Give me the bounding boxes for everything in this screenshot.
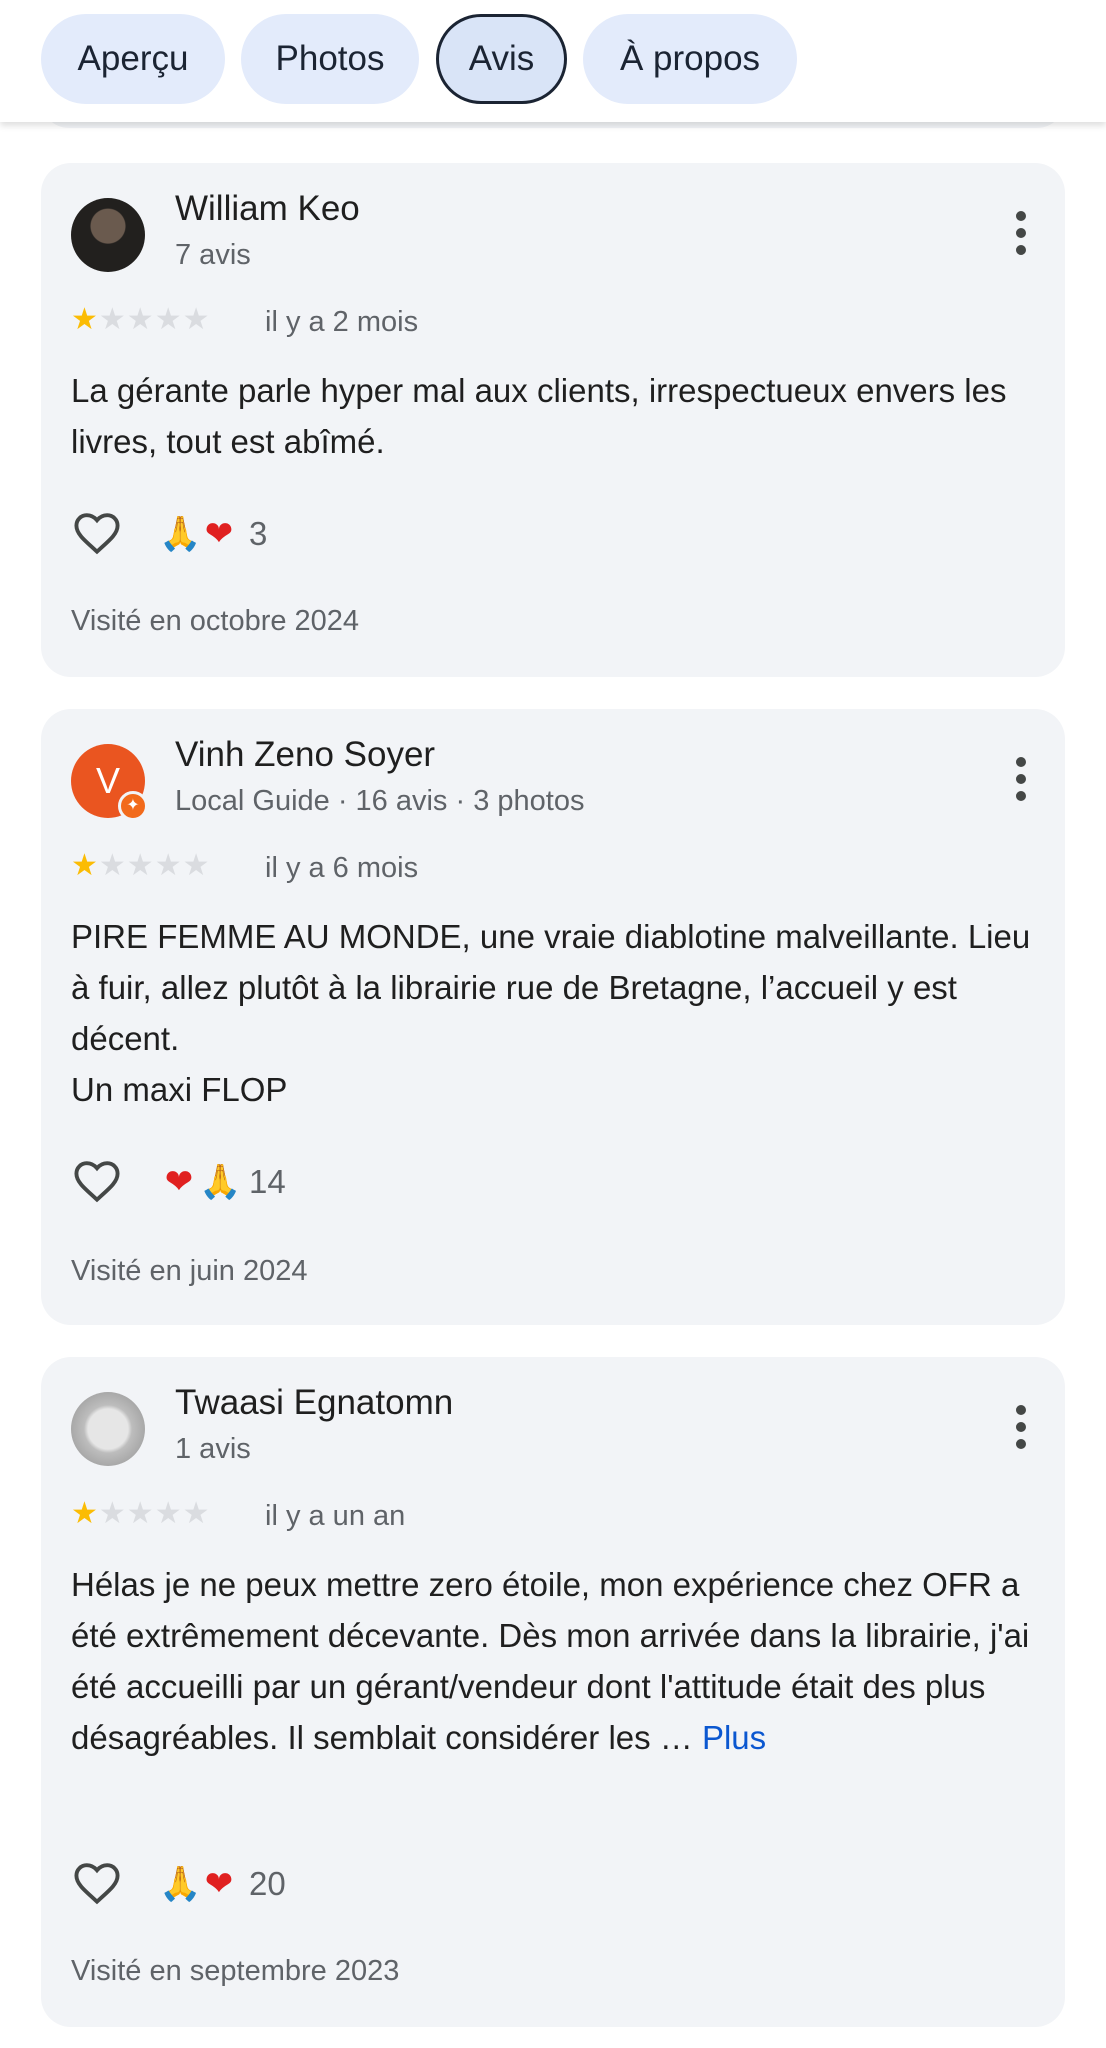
- review-card: V ✦ Vinh Zeno Soyer Local Guide · 16 avi…: [41, 709, 1065, 1325]
- more-vert-icon: [1016, 211, 1026, 221]
- avatar-letter: V: [95, 760, 120, 801]
- avatar[interactable]: [71, 198, 145, 272]
- star-rating: ★★★★★: [71, 303, 210, 337]
- star-filled-icon: ★: [71, 849, 99, 882]
- reactions[interactable]: 🙏 ❤ 3: [159, 508, 267, 559]
- heart-emoji-icon: ❤: [204, 514, 234, 554]
- reviewer-meta: Local Guide · 16 avis · 3 photos: [175, 785, 585, 817]
- like-heart-icon[interactable]: [71, 1155, 123, 1207]
- pray-emoji-icon: 🙏: [159, 514, 202, 554]
- more-options-button[interactable]: [1011, 1405, 1031, 1453]
- reaction-count: 3: [249, 515, 268, 552]
- review-card: Twaasi Egnatomn 1 avis ★★★★★ il y a un a…: [41, 1357, 1065, 2027]
- like-heart-icon[interactable]: [71, 1857, 123, 1909]
- pray-emoji-icon: 🙏: [159, 1864, 202, 1904]
- more-vert-icon: [1016, 757, 1026, 767]
- star-filled-icon: ★: [71, 1497, 99, 1530]
- more-options-button[interactable]: [1011, 211, 1031, 259]
- tab-a-propos[interactable]: À propos: [583, 14, 797, 104]
- like-heart-icon[interactable]: [71, 507, 123, 559]
- avatar[interactable]: V ✦: [71, 744, 148, 821]
- reviewer-name[interactable]: Twaasi Egnatomn: [175, 1383, 453, 1423]
- pray-emoji-icon: 🙏: [199, 1162, 242, 1202]
- heart-emoji-icon: ❤: [204, 1864, 234, 1904]
- star-filled-icon: ★: [71, 303, 99, 336]
- tab-avis[interactable]: Avis: [436, 14, 567, 104]
- more-options-button[interactable]: [1011, 757, 1031, 805]
- star-empty-icon: ★★★★: [98, 1497, 211, 1530]
- review-date: il y a 2 mois: [265, 306, 419, 338]
- heart-emoji-icon: ❤: [164, 1162, 194, 1202]
- avatar[interactable]: [71, 1392, 145, 1466]
- review-date: il y a 6 mois: [265, 852, 419, 884]
- star-empty-icon: ★★★★: [98, 849, 211, 882]
- reviewer-name[interactable]: William Keo: [175, 189, 360, 229]
- star-empty-icon: ★★★★: [98, 303, 211, 336]
- more-vert-icon: [1016, 1405, 1026, 1415]
- reviewer-meta: 1 avis: [175, 1433, 251, 1465]
- reactions[interactable]: 🙏 ❤ 20: [159, 1858, 286, 1909]
- tab-apercu[interactable]: Aperçu: [41, 14, 225, 104]
- reviewer-meta: 7 avis: [175, 239, 251, 271]
- reaction-count: 14: [249, 1163, 286, 1200]
- local-guide-badge-icon: ✦: [118, 791, 148, 821]
- review-text: PIRE FEMME AU MONDE, une vraie diablotin…: [71, 918, 1031, 1108]
- visit-date: Visité en octobre 2024: [71, 605, 360, 637]
- review-date: il y a un an: [265, 1500, 406, 1532]
- star-rating: ★★★★★: [71, 849, 210, 883]
- review-card: William Keo 7 avis ★★★★★ il y a 2 mois L…: [41, 163, 1065, 677]
- reactions[interactable]: ❤ 🙏 14: [159, 1156, 286, 1207]
- review-text: La gérante parle hyper mal aux clients, …: [71, 372, 1007, 460]
- tab-photos[interactable]: Photos: [241, 14, 419, 104]
- tab-bar: Aperçu Photos Avis À propos: [0, 0, 1106, 122]
- star-rating: ★★★★★: [71, 1497, 210, 1531]
- review-text-body: Hélas je ne peux mettre zero étoile, mon…: [71, 1566, 1030, 1756]
- reviewer-name[interactable]: Vinh Zeno Soyer: [175, 735, 435, 775]
- visit-date: Visité en juin 2024: [71, 1255, 308, 1287]
- read-more-link[interactable]: Plus: [702, 1719, 766, 1756]
- review-text: Hélas je ne peux mettre zero étoile, mon…: [71, 1559, 1031, 1763]
- reaction-count: 20: [249, 1865, 286, 1902]
- visit-date: Visité en septembre 2023: [71, 1955, 400, 1987]
